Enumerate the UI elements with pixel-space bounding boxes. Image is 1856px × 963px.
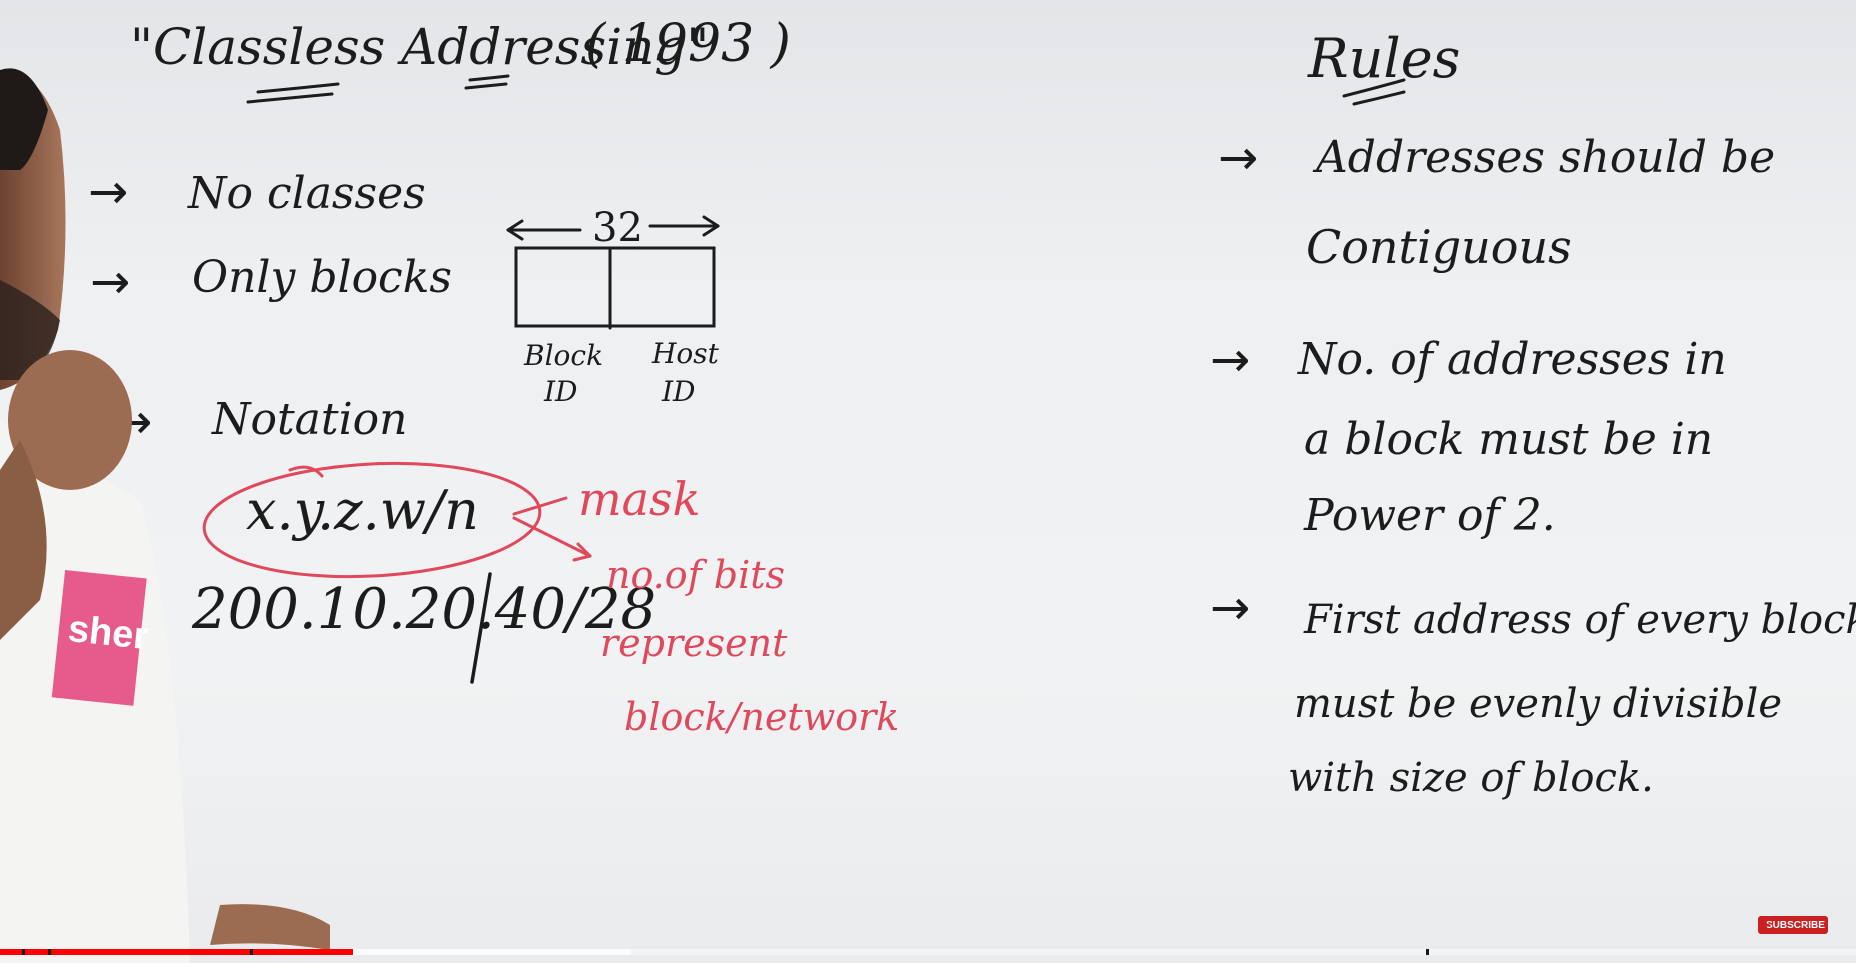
video-progress-bar[interactable] <box>0 939 1856 963</box>
chapter-marker <box>22 949 25 955</box>
presenter <box>0 68 330 963</box>
presenter-shirt-text: sher <box>66 607 151 659</box>
subscribe-label: SUBSCRIBE <box>1766 919 1825 931</box>
chapter-marker <box>250 949 253 955</box>
chapter-marker <box>48 949 51 955</box>
chapter-marker <box>1426 949 1429 955</box>
progress-played <box>0 949 353 955</box>
subscribe-button[interactable]: SUBSCRIBE <box>1758 916 1828 934</box>
